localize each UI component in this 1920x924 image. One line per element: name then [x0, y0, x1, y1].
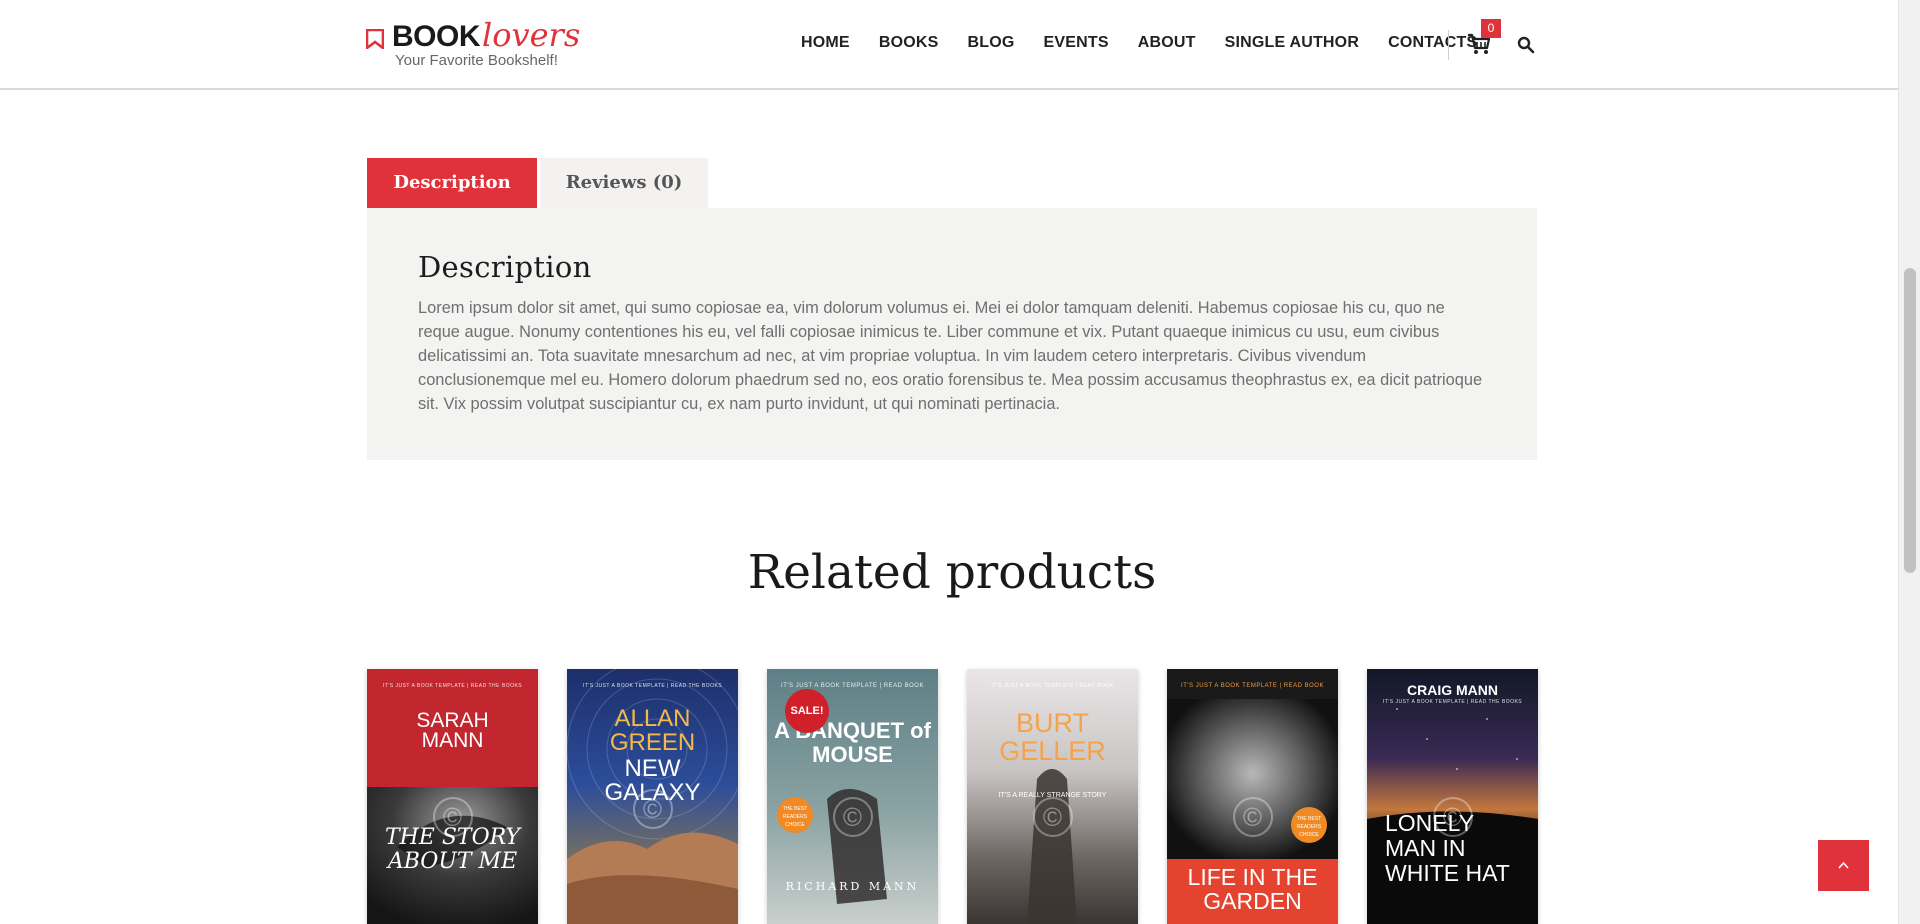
best-readers-badge: THE BEST READERS CHOICE — [1291, 807, 1327, 843]
product-card[interactable]: IT'S JUST A BOOK TEMPLATE | READ BOOK BU… — [967, 669, 1138, 924]
description-body: Lorem ipsum dolor sit amet, qui sumo cop… — [418, 299, 1483, 413]
tab-reviews[interactable]: Reviews (0) — [540, 158, 708, 208]
cover-top-text: IT'S JUST A BOOK TEMPLATE | READ THE BOO… — [382, 683, 523, 689]
book-author: SARAH MANN — [416, 709, 489, 752]
tab-description[interactable]: Description — [367, 158, 537, 208]
cover-top-text: IT'S JUST A BOOK TEMPLATE | READ BOOK — [991, 683, 1114, 689]
search-icon[interactable] — [1517, 36, 1535, 54]
nav-books[interactable]: BOOKS — [879, 34, 939, 52]
sale-badge: SALE! — [785, 689, 829, 733]
nav-divider — [1448, 30, 1449, 60]
book-author: RICHARD MANN — [785, 880, 920, 893]
nav-single-author[interactable]: SINGLE AUTHOR — [1225, 34, 1359, 52]
book-title: NEW GALAXY — [604, 755, 701, 806]
cover-top-text: IT'S JUST A BOOK TEMPLATE | READ BOOK — [781, 683, 924, 689]
best-readers-badge: THE BEST READERS CHOICE — [777, 797, 813, 833]
cover-top-text: IT'S JUST A BOOK TEMPLATE | READ BOOK — [1181, 683, 1324, 689]
logo-text-lovers: lovers — [482, 16, 581, 54]
product-card[interactable]: IT'S JUST A BOOK TEMPLATE | READ BOOK © … — [1167, 669, 1338, 924]
product-tabs: Description Reviews (0) — [367, 158, 708, 208]
nav-home[interactable]: HOME — [801, 34, 850, 52]
book-title: THE STORY ABOUT ME — [384, 825, 521, 874]
book-author: ALLAN GREEN — [609, 705, 696, 756]
nav-about[interactable]: ABOUT — [1138, 34, 1196, 52]
page-scrollbar[interactable] — [1898, 0, 1920, 924]
chevron-up-icon — [1838, 861, 1849, 869]
book-title: LIFE IN THE GARDEN — [1187, 864, 1318, 914]
product-card[interactable]: IT'S JUST A BOOK TEMPLATE | READ THE BOO… — [567, 669, 738, 924]
cover-top-text: IT'S JUST A BOOK TEMPLATE | READ THE BOO… — [1382, 699, 1523, 705]
cart-count-badge: 0 — [1481, 19, 1501, 38]
related-products-heading: Related products — [747, 545, 1157, 600]
product-card[interactable]: SALE! IT'S JUST A BOOK TEMPLATE | READ B… — [767, 669, 938, 924]
cover-top-text: IT'S JUST A BOOK TEMPLATE | READ THE BOO… — [582, 683, 723, 689]
nav-events[interactable]: EVENTS — [1044, 34, 1109, 52]
logo-tagline: Your Favorite Bookshelf! — [395, 52, 558, 69]
description-panel: Description Lorem ipsum dolor sit amet, … — [367, 208, 1537, 460]
site-logo[interactable]: BOOK lovers Your Favorite Bookshelf! — [366, 16, 580, 69]
product-card[interactable]: IT'S JUST A BOOK TEMPLATE | READ THE BOO… — [367, 669, 538, 924]
copyright-icon: © — [1232, 797, 1273, 837]
book-author: CRAIG MANN — [1407, 682, 1498, 698]
bookmark-icon — [366, 29, 384, 49]
back-to-top-button[interactable] — [1818, 840, 1869, 891]
copyright-icon: © — [1032, 797, 1073, 837]
site-header: BOOK lovers Your Favorite Bookshelf! HOM… — [0, 0, 1898, 90]
scrollbar-thumb[interactable] — [1904, 268, 1916, 573]
description-heading: Description — [418, 250, 592, 284]
nav-blog[interactable]: BLOG — [967, 34, 1014, 52]
logo-text-book: BOOK — [392, 20, 481, 53]
main-nav: HOME BOOKS BLOG EVENTS ABOUT SINGLE AUTH… — [801, 34, 1477, 52]
related-products-list: IT'S JUST A BOOK TEMPLATE | READ THE BOO… — [367, 669, 1538, 924]
book-author: BURT GELLER — [999, 708, 1106, 766]
product-card[interactable]: CRAIG MANN IT'S JUST A BOOK TEMPLATE | R… — [1367, 669, 1538, 924]
copyright-icon: © — [832, 797, 873, 837]
nav-contacts[interactable]: CONTACTS — [1388, 34, 1477, 52]
book-title: LONELY MAN IN WHITE HAT — [1385, 810, 1510, 886]
